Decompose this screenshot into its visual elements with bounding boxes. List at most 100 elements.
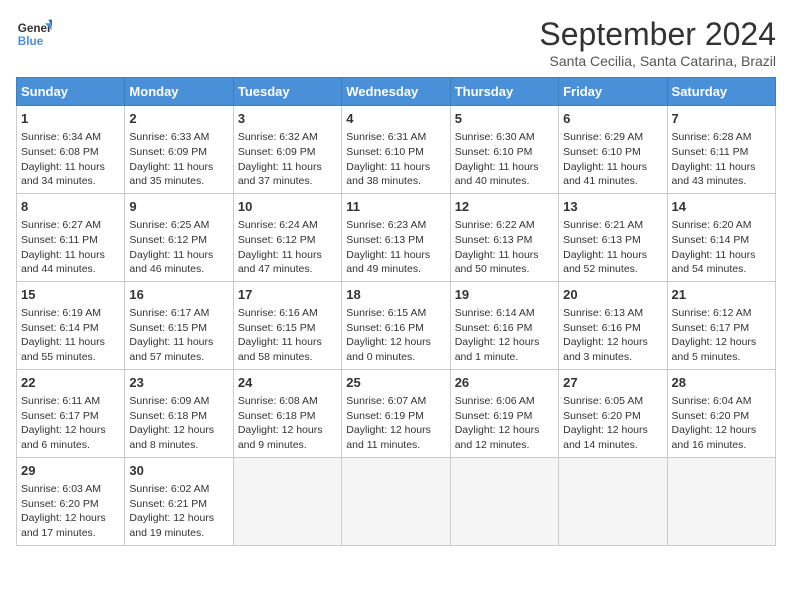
sunrise-text: Sunrise: 6:03 AM: [21, 482, 120, 497]
daylight-text: Daylight: 12 hours and 17 minutes.: [21, 511, 120, 540]
col-friday: Friday: [559, 78, 667, 106]
daylight-text: Daylight: 12 hours and 3 minutes.: [563, 335, 662, 364]
day-number: 27: [563, 374, 662, 392]
calendar-cell: 2Sunrise: 6:33 AMSunset: 6:09 PMDaylight…: [125, 106, 233, 194]
day-number: 23: [129, 374, 228, 392]
sunrise-text: Sunrise: 6:22 AM: [455, 218, 554, 233]
calendar-cell: 5Sunrise: 6:30 AMSunset: 6:10 PMDaylight…: [450, 106, 558, 194]
calendar-header: Sunday Monday Tuesday Wednesday Thursday…: [17, 78, 776, 106]
sunrise-text: Sunrise: 6:09 AM: [129, 394, 228, 409]
sunrise-text: Sunrise: 6:25 AM: [129, 218, 228, 233]
day-number: 20: [563, 286, 662, 304]
sunset-text: Sunset: 6:19 PM: [455, 409, 554, 424]
daylight-text: Daylight: 11 hours and 37 minutes.: [238, 160, 337, 189]
col-sunday: Sunday: [17, 78, 125, 106]
daylight-text: Daylight: 11 hours and 41 minutes.: [563, 160, 662, 189]
calendar-cell: 18Sunrise: 6:15 AMSunset: 6:16 PMDayligh…: [342, 281, 450, 369]
day-number: 30: [129, 462, 228, 480]
calendar-cell: [233, 457, 341, 545]
calendar-cell: 4Sunrise: 6:31 AMSunset: 6:10 PMDaylight…: [342, 106, 450, 194]
sunrise-text: Sunrise: 6:08 AM: [238, 394, 337, 409]
sunset-text: Sunset: 6:20 PM: [672, 409, 771, 424]
svg-text:Blue: Blue: [18, 35, 44, 48]
calendar-cell: 25Sunrise: 6:07 AMSunset: 6:19 PMDayligh…: [342, 369, 450, 457]
daylight-text: Daylight: 12 hours and 16 minutes.: [672, 423, 771, 452]
day-number: 19: [455, 286, 554, 304]
daylight-text: Daylight: 12 hours and 8 minutes.: [129, 423, 228, 452]
sunrise-text: Sunrise: 6:27 AM: [21, 218, 120, 233]
title-block: September 2024 Santa Cecilia, Santa Cata…: [539, 16, 776, 69]
calendar-cell: 1Sunrise: 6:34 AMSunset: 6:08 PMDaylight…: [17, 106, 125, 194]
sunrise-text: Sunrise: 6:20 AM: [672, 218, 771, 233]
calendar-cell: 24Sunrise: 6:08 AMSunset: 6:18 PMDayligh…: [233, 369, 341, 457]
daylight-text: Daylight: 11 hours and 57 minutes.: [129, 335, 228, 364]
sunrise-text: Sunrise: 6:33 AM: [129, 130, 228, 145]
daylight-text: Daylight: 11 hours and 43 minutes.: [672, 160, 771, 189]
calendar-cell: 21Sunrise: 6:12 AMSunset: 6:17 PMDayligh…: [667, 281, 775, 369]
daylight-text: Daylight: 12 hours and 6 minutes.: [21, 423, 120, 452]
calendar-cell: [559, 457, 667, 545]
calendar-cell: 3Sunrise: 6:32 AMSunset: 6:09 PMDaylight…: [233, 106, 341, 194]
sunrise-text: Sunrise: 6:34 AM: [21, 130, 120, 145]
daylight-text: Daylight: 12 hours and 14 minutes.: [563, 423, 662, 452]
daylight-text: Daylight: 11 hours and 38 minutes.: [346, 160, 445, 189]
sunset-text: Sunset: 6:14 PM: [21, 321, 120, 336]
sunset-text: Sunset: 6:15 PM: [129, 321, 228, 336]
sunset-text: Sunset: 6:17 PM: [21, 409, 120, 424]
calendar-week-5: 29Sunrise: 6:03 AMSunset: 6:20 PMDayligh…: [17, 457, 776, 545]
calendar-cell: 28Sunrise: 6:04 AMSunset: 6:20 PMDayligh…: [667, 369, 775, 457]
calendar-cell: 6Sunrise: 6:29 AMSunset: 6:10 PMDaylight…: [559, 106, 667, 194]
page-header: General Blue September 2024 Santa Cecili…: [16, 16, 776, 69]
sunrise-text: Sunrise: 6:15 AM: [346, 306, 445, 321]
col-monday: Monday: [125, 78, 233, 106]
day-number: 2: [129, 110, 228, 128]
month-title: September 2024: [539, 16, 776, 53]
daylight-text: Daylight: 11 hours and 55 minutes.: [21, 335, 120, 364]
daylight-text: Daylight: 12 hours and 0 minutes.: [346, 335, 445, 364]
sunrise-text: Sunrise: 6:06 AM: [455, 394, 554, 409]
sunset-text: Sunset: 6:10 PM: [346, 145, 445, 160]
sunset-text: Sunset: 6:20 PM: [563, 409, 662, 424]
sunrise-text: Sunrise: 6:17 AM: [129, 306, 228, 321]
sunrise-text: Sunrise: 6:21 AM: [563, 218, 662, 233]
daylight-text: Daylight: 11 hours and 44 minutes.: [21, 248, 120, 277]
logo-icon: General Blue: [16, 16, 52, 52]
daylight-text: Daylight: 11 hours and 50 minutes.: [455, 248, 554, 277]
calendar-cell: 29Sunrise: 6:03 AMSunset: 6:20 PMDayligh…: [17, 457, 125, 545]
calendar-cell: 13Sunrise: 6:21 AMSunset: 6:13 PMDayligh…: [559, 193, 667, 281]
sunset-text: Sunset: 6:12 PM: [238, 233, 337, 248]
calendar-cell: 22Sunrise: 6:11 AMSunset: 6:17 PMDayligh…: [17, 369, 125, 457]
day-number: 29: [21, 462, 120, 480]
sunrise-text: Sunrise: 6:05 AM: [563, 394, 662, 409]
day-number: 18: [346, 286, 445, 304]
calendar-week-1: 1Sunrise: 6:34 AMSunset: 6:08 PMDaylight…: [17, 106, 776, 194]
calendar-cell: 26Sunrise: 6:06 AMSunset: 6:19 PMDayligh…: [450, 369, 558, 457]
daylight-text: Daylight: 11 hours and 49 minutes.: [346, 248, 445, 277]
calendar-cell: 9Sunrise: 6:25 AMSunset: 6:12 PMDaylight…: [125, 193, 233, 281]
calendar-week-2: 8Sunrise: 6:27 AMSunset: 6:11 PMDaylight…: [17, 193, 776, 281]
day-number: 26: [455, 374, 554, 392]
calendar-cell: 8Sunrise: 6:27 AMSunset: 6:11 PMDaylight…: [17, 193, 125, 281]
sunrise-text: Sunrise: 6:24 AM: [238, 218, 337, 233]
day-number: 3: [238, 110, 337, 128]
daylight-text: Daylight: 12 hours and 1 minute.: [455, 335, 554, 364]
sunset-text: Sunset: 6:18 PM: [238, 409, 337, 424]
day-number: 9: [129, 198, 228, 216]
col-wednesday: Wednesday: [342, 78, 450, 106]
sunrise-text: Sunrise: 6:28 AM: [672, 130, 771, 145]
daylight-text: Daylight: 11 hours and 47 minutes.: [238, 248, 337, 277]
logo: General Blue: [16, 16, 52, 52]
calendar-table: Sunday Monday Tuesday Wednesday Thursday…: [16, 77, 776, 546]
sunrise-text: Sunrise: 6:14 AM: [455, 306, 554, 321]
sunrise-text: Sunrise: 6:19 AM: [21, 306, 120, 321]
sunrise-text: Sunrise: 6:31 AM: [346, 130, 445, 145]
calendar-cell: 12Sunrise: 6:22 AMSunset: 6:13 PMDayligh…: [450, 193, 558, 281]
calendar-cell: 19Sunrise: 6:14 AMSunset: 6:16 PMDayligh…: [450, 281, 558, 369]
sunset-text: Sunset: 6:09 PM: [238, 145, 337, 160]
daylight-text: Daylight: 12 hours and 19 minutes.: [129, 511, 228, 540]
sunrise-text: Sunrise: 6:30 AM: [455, 130, 554, 145]
day-number: 28: [672, 374, 771, 392]
header-row: Sunday Monday Tuesday Wednesday Thursday…: [17, 78, 776, 106]
calendar-cell: 17Sunrise: 6:16 AMSunset: 6:15 PMDayligh…: [233, 281, 341, 369]
day-number: 16: [129, 286, 228, 304]
